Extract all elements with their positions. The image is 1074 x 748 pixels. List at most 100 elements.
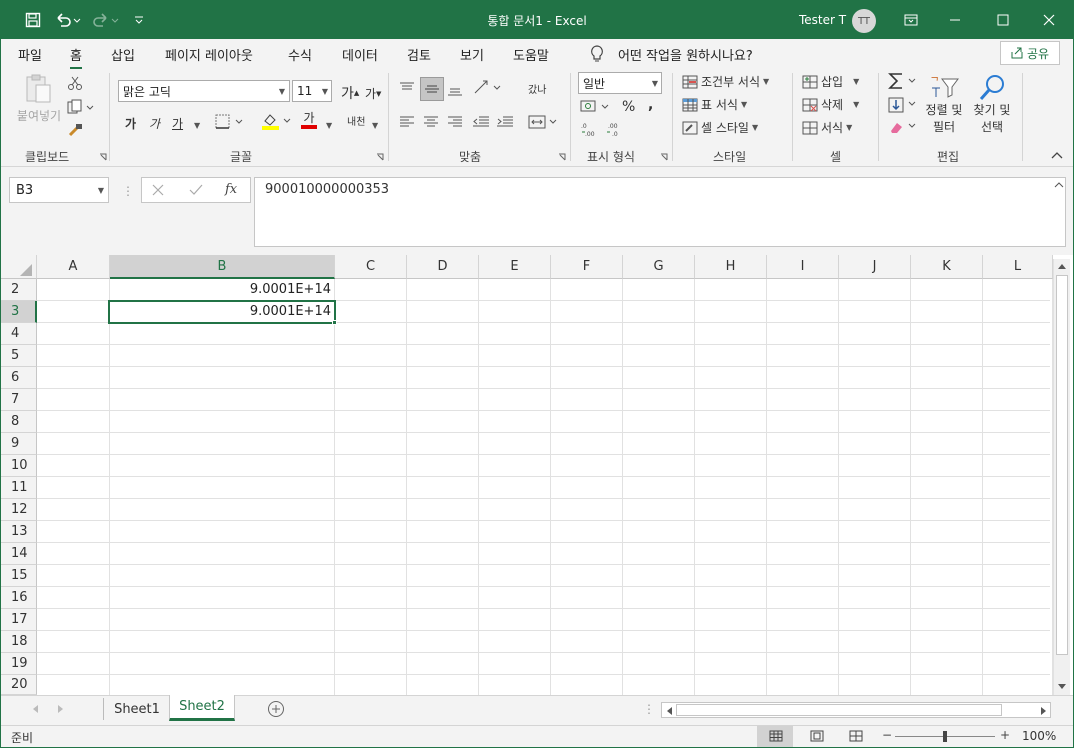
align-right-icon[interactable] <box>447 115 463 129</box>
column-header-b[interactable]: B <box>110 255 335 279</box>
tab-page-layout[interactable]: 페이지 레이아웃 <box>165 45 253 64</box>
column-header-f[interactable]: F <box>551 255 623 279</box>
row-header[interactable]: 20 <box>1 675 37 695</box>
clear-icon[interactable] <box>888 119 918 135</box>
scroll-thumb[interactable] <box>1056 275 1068 655</box>
format-cells-button[interactable]: 서식 ▼ <box>802 119 852 136</box>
wrap-text-button[interactable]: 갔나 <box>528 81 546 96</box>
tab-insert[interactable]: 삽입 <box>111 45 135 64</box>
vertical-scrollbar[interactable] <box>1053 259 1070 695</box>
row-header[interactable]: 15 <box>1 565 37 587</box>
row-header[interactable]: 4 <box>1 323 37 345</box>
zoom-in-icon[interactable]: + <box>1000 728 1010 742</box>
dialog-launcher-icon[interactable] <box>99 153 107 161</box>
insert-function-icon[interactable]: fx <box>225 182 237 197</box>
row-header[interactable]: 13 <box>1 521 37 543</box>
close-icon[interactable] <box>1035 1 1063 39</box>
sheet-tab-sheet1[interactable]: Sheet1 <box>105 696 169 722</box>
page-break-view-icon[interactable] <box>849 730 863 742</box>
bold-button[interactable]: 가 <box>125 115 136 132</box>
name-box[interactable]: B3 ▼ <box>9 177 109 203</box>
column-header-c[interactable]: C <box>335 255 407 279</box>
fill-handle[interactable] <box>332 320 337 325</box>
copy-icon[interactable] <box>67 99 95 115</box>
column-header-i[interactable]: I <box>767 255 839 279</box>
scroll-left-icon[interactable] <box>665 706 673 716</box>
row-header[interactable]: 18 <box>1 631 37 653</box>
next-sheet-icon[interactable] <box>57 704 65 714</box>
cancel-icon[interactable] <box>152 184 164 196</box>
column-header-e[interactable]: E <box>479 255 551 279</box>
add-sheet-icon[interactable] <box>267 700 285 718</box>
row-header[interactable]: 14 <box>1 543 37 565</box>
borders-icon[interactable] <box>215 114 245 130</box>
percent-icon[interactable]: % <box>622 99 635 115</box>
horizontal-scrollbar[interactable] <box>661 702 1051 718</box>
minimize-icon[interactable] <box>941 1 969 39</box>
find-select-button[interactable]: 찾기 및 선택 <box>969 73 1015 135</box>
dialog-launcher-icon[interactable] <box>558 153 566 161</box>
italic-button[interactable]: 가 <box>149 115 160 132</box>
formula-input[interactable]: 900010000000353 <box>254 177 1066 247</box>
column-header-d[interactable]: D <box>407 255 479 279</box>
sort-filter-button[interactable]: ᄀ 정렬 및 필터 <box>921 73 967 135</box>
row-header[interactable]: 6 <box>1 367 37 389</box>
zoom-out-icon[interactable]: − <box>882 728 892 742</box>
underline-button[interactable]: 가 <box>172 115 183 132</box>
row-header[interactable]: 7 <box>1 389 37 411</box>
cut-icon[interactable] <box>67 75 83 91</box>
number-format-dropdown[interactable]: 일반 ▼ <box>578 72 662 94</box>
chevron-down-icon[interactable]: ▼ <box>326 121 332 130</box>
fill-color-icon[interactable] <box>261 111 293 131</box>
zoom-slider-thumb[interactable] <box>943 731 947 742</box>
dialog-launcher-icon[interactable] <box>660 153 668 161</box>
cell-styles-button[interactable]: 셀 스타일 ▼ <box>682 119 758 136</box>
align-left-icon[interactable] <box>399 115 415 129</box>
tab-review[interactable]: 검토 <box>407 45 431 64</box>
font-size-dropdown[interactable]: 11 ▼ <box>292 80 332 102</box>
merge-center-icon[interactable] <box>528 115 558 129</box>
chevron-down-icon[interactable]: ▼ <box>194 121 200 130</box>
shrink-font-button[interactable]: 가 ▼ <box>365 85 381 102</box>
maximize-icon[interactable] <box>989 1 1017 39</box>
tab-data[interactable]: 데이터 <box>342 45 378 64</box>
align-middle-icon[interactable] <box>420 77 444 101</box>
row-header[interactable]: 5 <box>1 345 37 367</box>
align-top-icon[interactable] <box>399 81 415 95</box>
row-header[interactable]: 8 <box>1 411 37 433</box>
accounting-format-icon[interactable] <box>580 99 612 115</box>
user-name[interactable]: Tester T <box>799 13 846 27</box>
row-header[interactable]: 9 <box>1 433 37 455</box>
avatar[interactable]: TT <box>852 9 876 33</box>
row-header[interactable]: 10 <box>1 455 37 477</box>
orientation-icon[interactable] <box>473 79 503 97</box>
scroll-right-icon[interactable] <box>1040 706 1048 716</box>
enter-icon[interactable] <box>189 184 203 196</box>
column-header-l[interactable]: L <box>983 255 1053 279</box>
column-header-g[interactable]: G <box>623 255 695 279</box>
comma-style-icon[interactable]: , <box>648 97 653 113</box>
column-header-h[interactable]: H <box>695 255 767 279</box>
format-as-table-button[interactable]: 표 서식 ▼ <box>682 96 747 113</box>
zoom-level[interactable]: 100% <box>1022 729 1056 743</box>
column-header-j[interactable]: J <box>839 255 911 279</box>
column-header-a[interactable]: A <box>37 255 110 279</box>
insert-cells-button[interactable]: 삽입 ▼ <box>802 73 859 90</box>
scroll-down-icon[interactable] <box>1057 683 1067 691</box>
ribbon-display-icon[interactable] <box>897 1 925 39</box>
increase-decimal-icon[interactable]: .0.00 <box>581 121 599 137</box>
expand-formula-icon[interactable] <box>1054 181 1064 189</box>
dialog-launcher-icon[interactable] <box>376 153 384 161</box>
normal-view-button[interactable] <box>757 726 793 747</box>
tab-view[interactable]: 보기 <box>460 45 484 64</box>
prev-sheet-icon[interactable] <box>31 704 39 714</box>
tell-me-search[interactable]: 어떤 작업을 원하시나요? <box>618 45 753 64</box>
row-header[interactable]: 12 <box>1 499 37 521</box>
collapse-ribbon-icon[interactable] <box>1051 151 1063 159</box>
decrease-decimal-icon[interactable]: .00.0 <box>606 121 624 137</box>
increase-indent-icon[interactable] <box>496 115 514 129</box>
row-header[interactable]: 11 <box>1 477 37 499</box>
row-header[interactable]: 3 <box>1 301 37 323</box>
row-header[interactable]: 19 <box>1 653 37 675</box>
paste-button[interactable]: 붙여넣기 <box>15 73 63 131</box>
